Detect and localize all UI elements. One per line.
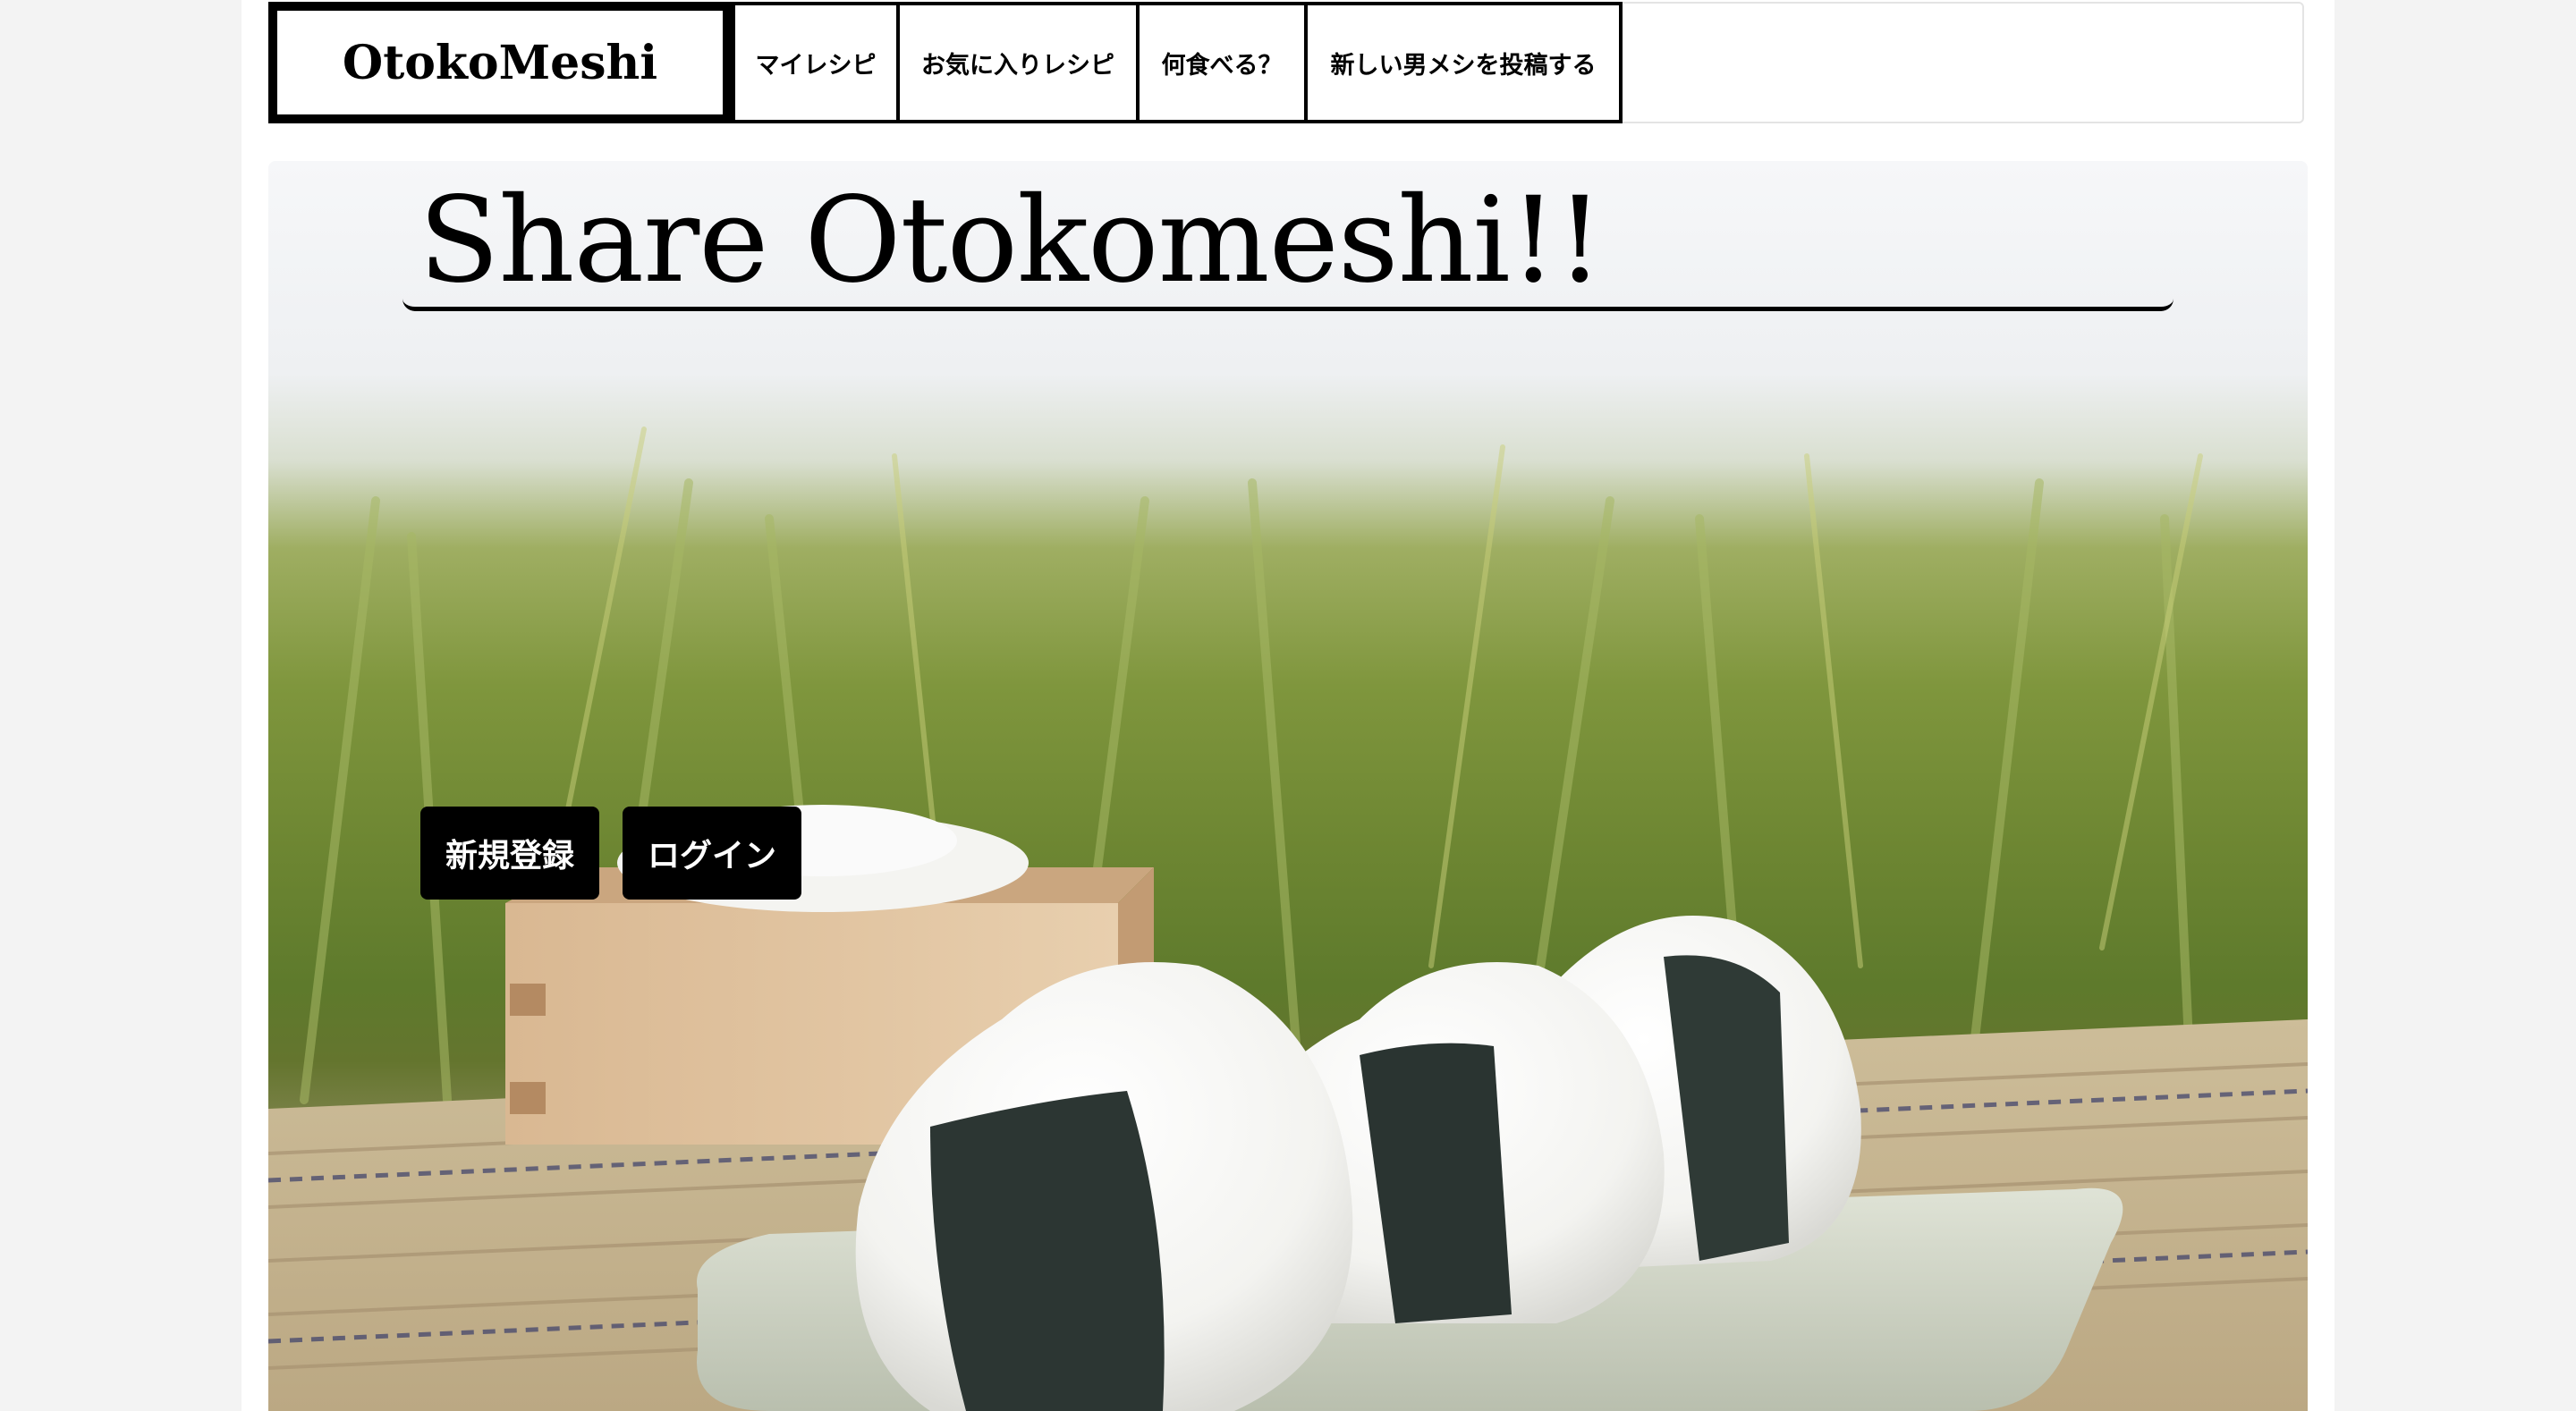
nav-what-to-eat[interactable]: 何食べる？ <box>1136 2 1308 123</box>
nav-post-new-recipe[interactable]: 新しい男メシを投稿する <box>1304 2 1623 123</box>
nav-favorite-recipes[interactable]: お気に入りレシピ <box>896 2 1140 123</box>
auth-button-group: 新規登録 ログイン <box>420 807 801 900</box>
top-navbar: OtokoMeshi マイレシピ お気に入りレシピ 何食べる？ 新しい男メシを投… <box>268 2 2304 123</box>
brand-logo-link[interactable]: OtokoMeshi <box>268 2 732 123</box>
hero-title: Share Otokomeshi!! <box>419 172 1604 309</box>
signup-button[interactable]: 新規登録 <box>420 807 599 900</box>
hero-section: Share Otokomeshi!! 新規登録 ログイン <box>268 161 2308 1411</box>
onigiri-rice-field-photo-icon <box>268 427 2308 1411</box>
login-button[interactable]: ログイン <box>623 807 801 900</box>
page-container: OtokoMeshi マイレシピ お気に入りレシピ 何食べる？ 新しい男メシを投… <box>242 0 2334 1411</box>
hero-title-underline <box>402 297 2174 311</box>
nav-my-recipes[interactable]: マイレシピ <box>732 2 900 123</box>
